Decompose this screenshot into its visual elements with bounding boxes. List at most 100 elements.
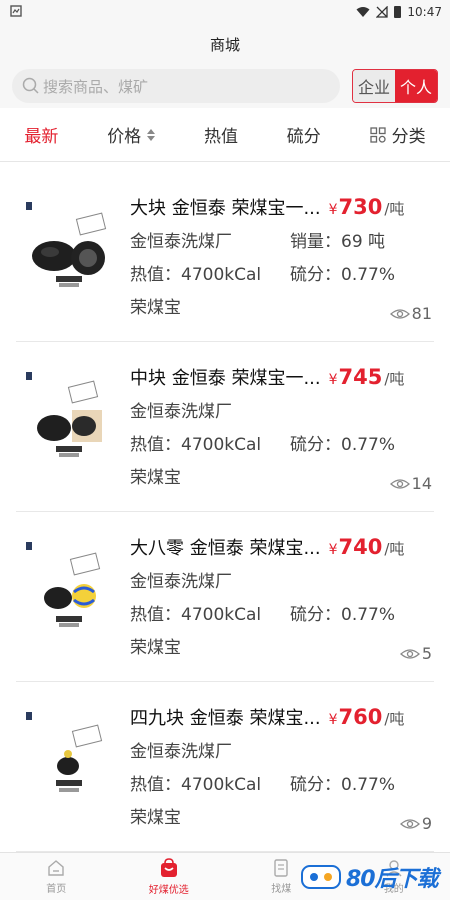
view-count: 9 [399, 814, 432, 833]
product-heat: 热值：4700kCal [130, 265, 262, 285]
product-factory: 金恒泰洗煤厂 [130, 572, 232, 592]
filter-latest-label: 最新 [24, 127, 59, 147]
tab-home-label: 首页 [46, 884, 67, 895]
view-count-value: 14 [411, 474, 432, 493]
product-brand: 荣煤宝 [130, 808, 181, 828]
price-value: 760 [338, 704, 383, 729]
product-name: 中块 金恒泰 荣煤宝一... [130, 367, 321, 389]
product-price: ¥ 730 /吨 [329, 195, 405, 219]
price-unit: /吨 [384, 709, 405, 728]
product-sulfur: 硫分：0.77% [290, 605, 396, 625]
product-factory: 金恒泰洗煤厂 [130, 402, 232, 422]
currency-symbol: ¥ [328, 371, 338, 388]
filter-latest[interactable]: 最新 [24, 122, 58, 147]
price-unit: /吨 [384, 539, 405, 558]
search-placeholder: 搜索商品、煤矿 [43, 77, 149, 96]
wifi-icon [356, 7, 370, 17]
watermark: 80后下载 [300, 860, 450, 894]
product-price: ¥ 740 /吨 [329, 535, 405, 559]
product-name: 大八零 金恒泰 荣煤宝... [130, 537, 321, 559]
status-icons: 10:47 [356, 5, 442, 19]
currency-symbol: ¥ [328, 541, 338, 558]
filter-price[interactable]: 价格 [107, 122, 156, 147]
filter-sulfur[interactable]: 硫分 [287, 122, 321, 147]
filter-heat-label: 热值 [203, 127, 238, 147]
product-heat: 热值：4700kCal [130, 605, 262, 625]
eye-icon [399, 818, 420, 829]
eye-icon [399, 648, 420, 659]
search-input[interactable]: 搜索商品、煤矿 [12, 69, 340, 103]
price-unit: /吨 [384, 199, 405, 218]
search-icon [22, 77, 39, 94]
watermark-text: 80后下载 [346, 867, 439, 892]
no-signal-icon [376, 6, 389, 18]
view-count: 14 [389, 474, 432, 493]
battery-icon [394, 6, 402, 18]
filter-heat[interactable]: 热值 [204, 122, 238, 147]
product-card[interactable]: 中块 金恒泰 荣煤宝一... ¥ 745 /吨 金恒泰洗煤厂 热值：4700kC… [16, 342, 434, 512]
home-icon [48, 860, 64, 876]
filter-category[interactable]: 分类 [369, 122, 426, 147]
tab-home[interactable]: 首页 [0, 853, 113, 900]
product-sulfur: 硫分：0.77% [290, 265, 396, 285]
clock: 10:47 [407, 5, 442, 19]
product-image [26, 542, 101, 627]
watermark-logo-icon [301, 865, 341, 889]
filter-sulfur-label: 硫分 [286, 127, 321, 147]
view-count: 5 [399, 644, 432, 663]
tab-featured-label: 好煤优选 [148, 885, 189, 896]
search-row: 搜索商品、煤矿 企业 个人 [0, 64, 450, 108]
product-brand: 荣煤宝 [130, 468, 181, 488]
view-count: 81 [389, 304, 432, 323]
product-name: 大块 金恒泰 荣煤宝一... [130, 197, 321, 219]
product-info: 大八零 金恒泰 荣煤宝... ¥ 740 /吨 金恒泰洗煤厂 热值：4700kC… [130, 530, 434, 662]
product-list: 大块 金恒泰 荣煤宝一... ¥ 730 /吨 金恒泰洗煤厂 销量：69 吨 热… [0, 172, 450, 852]
tab-find-label: 找煤 [271, 884, 292, 895]
product-image [26, 202, 107, 287]
notification-icon [10, 4, 22, 20]
filter-category-label: 分类 [391, 127, 426, 147]
product-image [26, 712, 103, 792]
document-icon [274, 859, 288, 877]
product-sulfur: 硫分：0.77% [290, 435, 396, 455]
product-brand: 荣煤宝 [130, 638, 181, 658]
product-info: 中块 金恒泰 荣煤宝一... ¥ 745 /吨 金恒泰洗煤厂 热值：4700kC… [130, 360, 434, 492]
product-card[interactable]: 大八零 金恒泰 荣煤宝... ¥ 740 /吨 金恒泰洗煤厂 热值：4700kC… [16, 512, 434, 682]
filter-bar: 最新 价格 热值 硫分 分类 [0, 108, 450, 162]
tab-featured[interactable]: 好煤优选 [113, 853, 226, 900]
status-bar: 10:47 [0, 0, 450, 24]
product-info: 大块 金恒泰 荣煤宝一... ¥ 730 /吨 金恒泰洗煤厂 销量：69 吨 热… [130, 190, 434, 322]
product-heat: 热值：4700kCal [130, 775, 262, 795]
shopping-bag-icon [160, 858, 177, 877]
product-card[interactable]: 大块 金恒泰 荣煤宝一... ¥ 730 /吨 金恒泰洗煤厂 销量：69 吨 热… [16, 172, 434, 342]
page-title: 商城 [209, 35, 240, 54]
product-heat: 热值：4700kCal [130, 435, 262, 455]
product-factory: 金恒泰洗煤厂 [130, 742, 232, 762]
product-brand: 荣煤宝 [130, 298, 181, 318]
mode-toggle: 企业 个人 [352, 69, 438, 103]
product-card[interactable]: 四九块 金恒泰 荣煤宝... ¥ 760 /吨 金恒泰洗煤厂 热值：4700kC… [16, 682, 434, 852]
product-name: 四九块 金恒泰 荣煤宝... [130, 707, 321, 729]
title-bar: 商城 [0, 24, 450, 64]
price-unit: /吨 [384, 369, 405, 388]
product-factory: 金恒泰洗煤厂 [130, 232, 232, 252]
grid-icon [369, 126, 386, 143]
filter-price-label: 价格 [107, 127, 142, 147]
enterprise-toggle[interactable]: 企业 [353, 70, 395, 102]
currency-symbol: ¥ [328, 711, 338, 728]
eye-icon [389, 308, 410, 319]
price-value: 745 [338, 364, 383, 389]
product-sales: 销量：69 吨 [290, 232, 386, 252]
product-price: ¥ 760 /吨 [329, 705, 405, 729]
price-value: 740 [338, 534, 383, 559]
product-price: ¥ 745 /吨 [329, 365, 405, 389]
product-info: 四九块 金恒泰 荣煤宝... ¥ 760 /吨 金恒泰洗煤厂 热值：4700kC… [130, 700, 434, 832]
eye-icon [389, 478, 410, 489]
currency-symbol: ¥ [328, 201, 338, 218]
product-image [26, 372, 102, 457]
personal-toggle[interactable]: 个人 [395, 70, 437, 102]
price-value: 730 [338, 194, 383, 219]
view-count-value: 9 [421, 814, 432, 833]
product-sulfur: 硫分：0.77% [290, 775, 396, 795]
view-count-value: 5 [421, 644, 432, 663]
